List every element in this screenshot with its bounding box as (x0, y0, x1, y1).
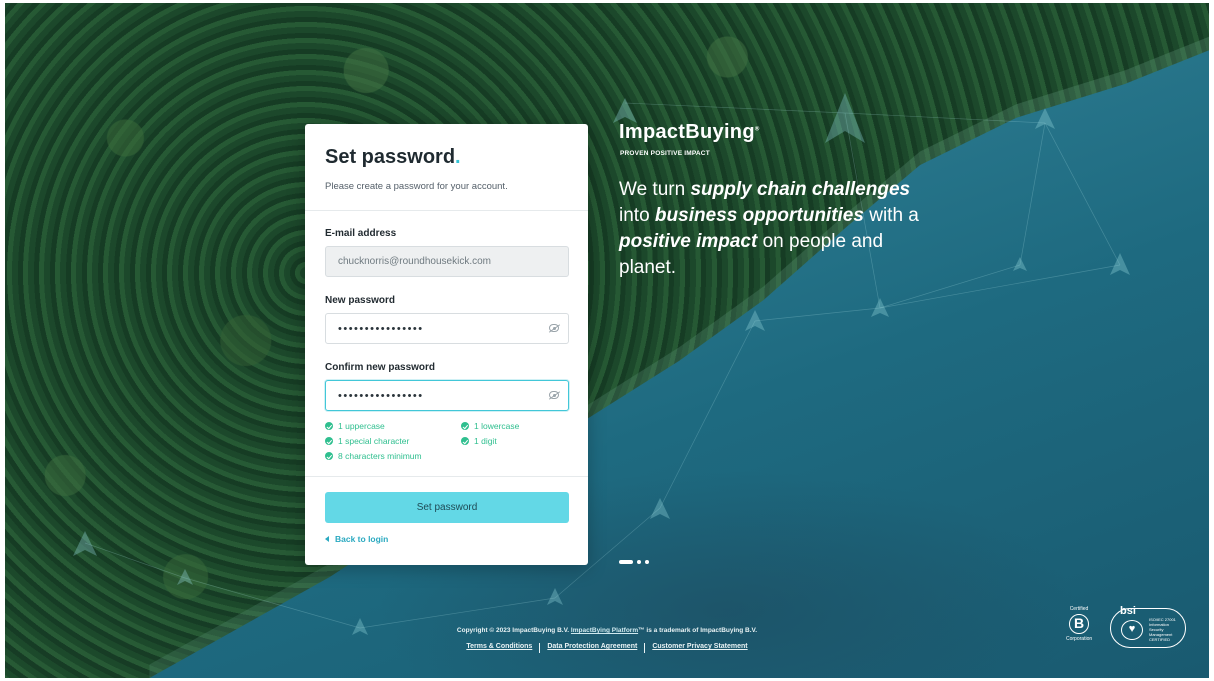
bsi-logo: bsi (1120, 605, 1136, 617)
set-password-button[interactable]: Set password (325, 492, 569, 523)
footer-copyright: Copyright © 2023 ImpactBuying B.V. Impac… (456, 627, 758, 634)
carousel-dots (619, 560, 649, 564)
carousel-dot-2[interactable] (637, 560, 641, 564)
terms-link[interactable]: Terms & Conditions (459, 643, 539, 653)
email-label: E-mail address (325, 228, 397, 239)
confirm-password-value: •••••••••••••••• (338, 389, 424, 402)
data-protection-link[interactable]: Data Protection Agreement (540, 643, 644, 653)
rule-lowercase: 1 lowercase (461, 421, 519, 431)
b-corp-logo-icon: B (1069, 614, 1089, 634)
check-circle-icon (325, 452, 333, 460)
email-value: chucknorris@roundhousekick.com (338, 256, 491, 267)
back-label: Back to login (335, 534, 389, 544)
rule-uppercase: 1 uppercase (325, 421, 385, 431)
check-circle-icon (325, 437, 333, 445)
check-circle-icon (461, 437, 469, 445)
new-password-value: •••••••••••••••• (338, 322, 424, 335)
divider-top (305, 210, 588, 211)
eye-off-icon[interactable] (549, 391, 559, 399)
b-corp-bottom-text: Corporation (1066, 636, 1093, 642)
platform-link[interactable]: ImpactBying Platform (571, 627, 638, 634)
rule-min-length: 8 characters minimum (325, 451, 422, 461)
rule-label: 1 uppercase (338, 421, 385, 431)
new-password-label: New password (325, 295, 396, 306)
carousel-dot-1[interactable] (619, 560, 633, 564)
b-corp-badge: Certified B Corporation (1066, 606, 1092, 652)
back-to-login-link[interactable]: Back to login (325, 534, 388, 544)
kitemark-icon: ♥ (1121, 620, 1143, 640)
carousel-dot-3[interactable] (645, 560, 649, 564)
new-password-field[interactable]: •••••••••••••••• (325, 313, 569, 344)
bsi-text: ISO/IEC 27001 Information Security Manag… (1149, 617, 1176, 642)
page-title: Set password. (325, 146, 461, 168)
set-password-card: Set password. Please create a password f… (305, 124, 588, 565)
check-circle-icon (461, 422, 469, 430)
confirm-password-field[interactable]: •••••••••••••••• (325, 380, 569, 411)
bsi-certification-badge: bsi ♥ ISO/IEC 27001 Information Security… (1110, 605, 1186, 648)
b-corp-top-text: Certified (1069, 606, 1089, 612)
page-subtitle: Please create a password for your accoun… (325, 181, 508, 192)
brand-logo: ImpactBuying® (619, 121, 760, 143)
rule-digit: 1 digit (461, 436, 497, 446)
rule-special-character: 1 special character (325, 436, 409, 446)
brand-tagline: PROVEN POSITIVE IMPACT (620, 150, 710, 157)
background-photo (5, 3, 1209, 678)
rule-label: 1 lowercase (474, 421, 520, 431)
check-circle-icon (325, 422, 333, 430)
rule-label: 1 special character (338, 436, 410, 446)
rule-label: 8 characters minimum (338, 451, 422, 461)
email-field: chucknorris@roundhousekick.com (325, 246, 569, 277)
rule-label: 1 digit (474, 436, 497, 446)
privacy-statement-link[interactable]: Customer Privacy Statement (645, 643, 754, 653)
eye-off-icon[interactable] (549, 324, 559, 332)
confirm-password-label: Confirm new password (325, 362, 436, 373)
chevron-left-icon (325, 536, 329, 542)
hero-headline: We turn supply chain challenges into bus… (619, 179, 919, 278)
divider-bottom (305, 476, 588, 477)
footer-links: Terms & Conditions Data Protection Agree… (0, 643, 1214, 653)
